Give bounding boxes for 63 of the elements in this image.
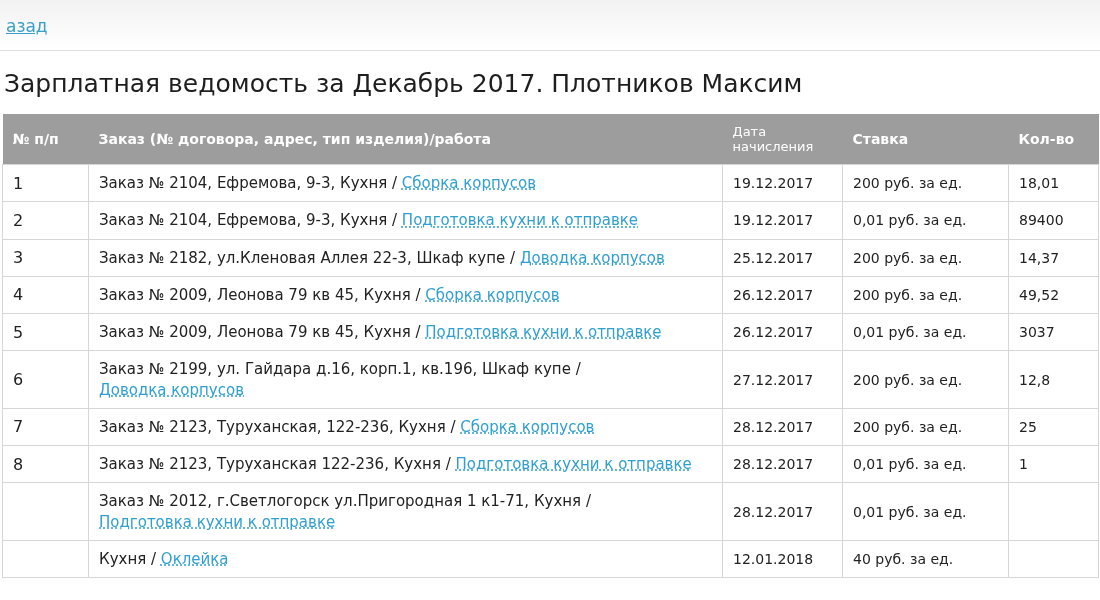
- accrual-date: 28.12.2017: [722, 408, 843, 446]
- row-number: 1: [2, 164, 89, 202]
- rate-cell: 200 руб. за ед.: [842, 276, 1009, 314]
- order-description: Кухня / Оклейка: [99, 548, 229, 569]
- column-header: Кол-во: [1008, 114, 1099, 165]
- quantity-cell: 1: [1008, 445, 1099, 483]
- quantity-cell: 18,01: [1008, 164, 1099, 202]
- order-description: Заказ № 2009, Леонова 79 кв 45, Кухня / Подготовка кухни к отправке: [99, 322, 662, 343]
- quantity-cell: 3037: [1008, 313, 1099, 351]
- quantity-cell: 49,52: [1008, 276, 1099, 314]
- row-number: 5: [2, 313, 89, 351]
- work-link[interactable]: Сборка корпусов: [401, 174, 536, 192]
- order-description: Заказ № 2104, Ефремова, 9-3, Кухня / Сборка корпусов: [99, 173, 536, 194]
- work-link[interactable]: Подготовка кухни к отправке: [425, 323, 662, 341]
- quantity-cell: 89400: [1008, 201, 1099, 239]
- column-header: Ставка: [842, 114, 1009, 165]
- accrual-date: 28.12.2017: [722, 482, 843, 541]
- work-link[interactable]: Сборка корпусов: [425, 285, 560, 304]
- accrual-date: 19.12.2017: [722, 201, 843, 239]
- rate-cell: 40 руб. за ед.: [842, 540, 1009, 578]
- rate-cell: 0,01 руб. за ед.: [842, 482, 1009, 541]
- rate-cell: 0,01 руб. за ед.: [842, 201, 1009, 239]
- work-link[interactable]: Подготовка кухни к отправке: [99, 512, 336, 531]
- rate-cell: 0,01 руб. за ед.: [842, 445, 1009, 483]
- row-number: 8: [2, 445, 89, 483]
- work-link[interactable]: Сборка корпусов: [460, 417, 595, 436]
- rate-cell: 200 руб. за ед.: [842, 164, 1009, 202]
- rate-cell: 200 руб. за ед.: [842, 239, 1009, 277]
- work-link[interactable]: Оклейка: [160, 549, 229, 568]
- row-number: 7: [2, 408, 89, 446]
- row-number: 3: [2, 239, 89, 277]
- work-link[interactable]: Доводка корпусов: [519, 248, 665, 267]
- quantity-cell: 25: [1008, 408, 1099, 446]
- order-description: Заказ № 2012, г.Светлогорск ул.Пригородная 1 к1-71, Кухня / Подготовка кухни к отправке: [99, 491, 592, 532]
- accrual-date: 19.12.2017: [722, 164, 843, 202]
- order-description: Заказ № 2199, ул. Гайдара д.16, корп.1, кв.196, Шкаф купе / Доводка корпусов: [99, 359, 582, 400]
- accrual-date: 26.12.2017: [722, 276, 843, 314]
- row-number: 4: [2, 276, 89, 314]
- order-description: Заказ № 2123, Туруханская, 122-236, Кухня / Сборка корпусов: [99, 416, 595, 437]
- rate-cell: 0,01 руб. за ед.: [842, 313, 1009, 351]
- quantity-cell: 14,37: [1008, 239, 1099, 277]
- back-link[interactable]: азад: [6, 16, 48, 36]
- accrual-date: 25.12.2017: [722, 239, 843, 277]
- work-link[interactable]: Доводка корпусов: [99, 380, 244, 399]
- order-description: Заказ № 2182, ул.Кленовая Аллея 22-3, Шкаф купе / Доводка корпусов: [99, 247, 665, 268]
- work-link[interactable]: Подготовка кухни к отправке: [455, 455, 692, 473]
- rate-cell: 200 руб. за ед.: [842, 350, 1009, 409]
- order-description: Заказ № 2009, Леонова 79 кв 45, Кухня / Сборка корпусов: [99, 284, 560, 305]
- row-number: 6: [2, 350, 89, 409]
- accrual-date: 28.12.2017: [722, 445, 843, 483]
- column-header: Заказ (№ договора, адрес, тип изделия)/работа: [88, 114, 723, 165]
- quantity-cell: 12,8: [1008, 350, 1099, 409]
- order-description: Заказ № 2123, Туруханская 122-236, Кухня / Подготовка кухни к отправке: [99, 454, 692, 475]
- work-link[interactable]: Подготовка кухни к отправке: [401, 211, 639, 230]
- column-header: Дата начисления: [722, 114, 843, 165]
- accrual-date: 26.12.2017: [722, 313, 843, 351]
- accrual-date: 12.01.2018: [722, 540, 843, 578]
- accrual-date: 27.12.2017: [722, 350, 843, 409]
- page-title: Зарплатная ведомость за Декабрь 2017. Плотников Максим: [4, 69, 804, 98]
- rate-cell: 200 руб. за ед.: [842, 408, 1009, 446]
- row-number: 2: [2, 201, 89, 239]
- order-description: Заказ № 2104, Ефремова, 9-3, Кухня / Подготовка кухни к отправке: [99, 210, 639, 231]
- column-header: № п/п: [2, 114, 89, 165]
